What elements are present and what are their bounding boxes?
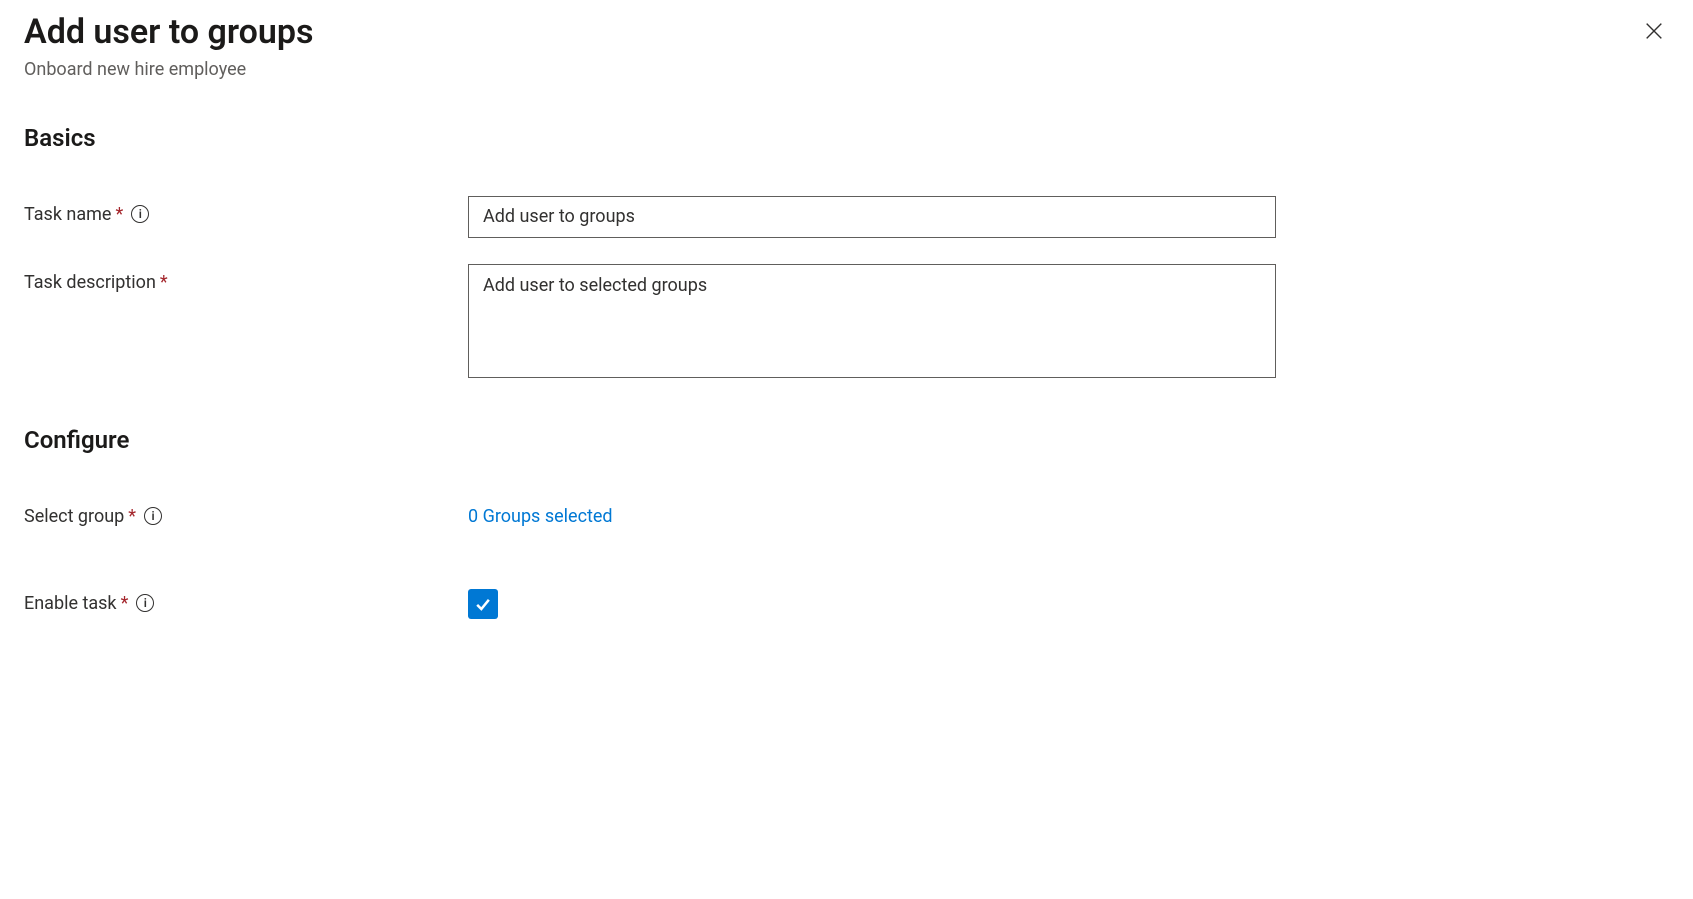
task-name-input[interactable] bbox=[468, 196, 1276, 238]
info-icon[interactable]: i bbox=[144, 507, 162, 525]
required-indicator: * bbox=[115, 204, 123, 225]
required-indicator: * bbox=[121, 593, 129, 614]
select-group-link[interactable]: 0 Groups selected bbox=[468, 498, 613, 527]
info-icon[interactable]: i bbox=[131, 205, 149, 223]
task-name-label: Task name * i bbox=[24, 196, 468, 225]
task-description-input[interactable] bbox=[468, 264, 1276, 378]
required-indicator: * bbox=[160, 272, 168, 293]
checkmark-icon bbox=[473, 594, 493, 614]
enable-task-label: Enable task * i bbox=[24, 585, 468, 614]
configure-heading: Configure bbox=[24, 426, 1669, 454]
close-icon bbox=[1643, 20, 1665, 42]
info-icon[interactable]: i bbox=[136, 594, 154, 612]
enable-task-checkbox[interactable] bbox=[468, 589, 498, 619]
task-description-label: Task description * bbox=[24, 264, 468, 293]
close-button[interactable] bbox=[1639, 16, 1669, 49]
basics-heading: Basics bbox=[24, 124, 1669, 152]
page-title: Add user to groups bbox=[24, 12, 314, 53]
select-group-label: Select group * i bbox=[24, 498, 468, 527]
page-subtitle: Onboard new hire employee bbox=[24, 59, 314, 80]
required-indicator: * bbox=[128, 506, 136, 527]
